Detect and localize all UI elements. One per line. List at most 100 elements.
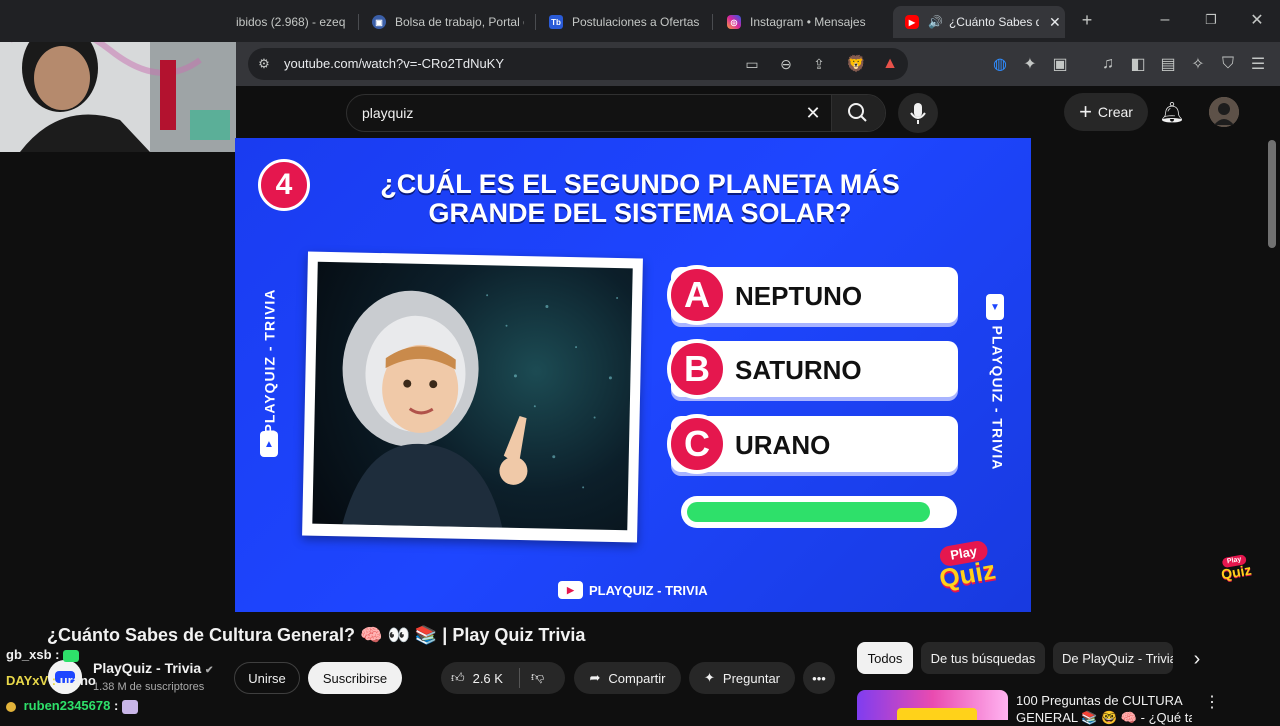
sidebar-icon[interactable]: ◧ (1128, 54, 1148, 74)
tab-label: Postulaciones a Ofertas (572, 15, 699, 29)
search-box[interactable]: playquiz ✕ (346, 94, 886, 132)
question-line-2: GRANDE DEL SISTEMA SOLAR? (428, 198, 852, 228)
avatar[interactable] (1209, 97, 1239, 127)
chat-message: gb_xsb : (6, 647, 80, 662)
chevron-right-icon[interactable]: › (1186, 648, 1208, 670)
share-button[interactable]: ➦ Compartir (574, 662, 681, 694)
side-label-text: PLAYQUIZ - TRIVIA (989, 325, 1006, 471)
channel-name[interactable]: PlayQuiz - Trivia ✔ (93, 660, 213, 676)
address-bar[interactable]: ⚙ youtube.com/watch?v=-CRo2TdNuKY ▭ ⊖ ⇪ … (248, 48, 908, 80)
kebab-menu-icon[interactable]: ⋮ (1204, 693, 1220, 711)
verified-icon: ✔ (205, 665, 214, 676)
speaker-icon: 🔊 (928, 15, 943, 29)
minimize-icon[interactable]: – (1155, 10, 1175, 30)
subscriber-count: 1.38 M de suscriptores (93, 681, 205, 693)
create-button[interactable]: + Crear (1064, 93, 1148, 131)
create-label: Crear (1097, 104, 1133, 120)
astronaut-child-photo (312, 261, 633, 531)
answer-option-a[interactable]: A NEPTUNO (667, 265, 958, 325)
music-icon[interactable]: ♫ (1098, 54, 1118, 74)
menu-icon[interactable]: ☰ (1248, 54, 1268, 74)
thumbs-up-icon[interactable]: 👍︎ (451, 670, 465, 686)
youtube-small-icon: ▲ (260, 431, 278, 457)
search-input[interactable]: playquiz (362, 105, 413, 121)
youtube-small-icon: ▼ (986, 294, 1004, 320)
screenshot-icon[interactable]: ▣ (1050, 54, 1070, 74)
badge-icon (6, 701, 16, 712)
search-button[interactable] (832, 95, 885, 131)
bottom-channel-label: ▶ PLAYQUIZ - TRIVIA (558, 581, 708, 599)
chip-label: De tus búsquedas (930, 650, 1036, 666)
related-video-title[interactable]: 100 Preguntas de CULTURA GENERAL 📚 🤓 🧠 -… (1016, 692, 1192, 726)
tab-bolsa-trabajo[interactable]: ▣ Bolsa de trabajo, Portal d (372, 6, 524, 38)
chip-label: Todos (867, 650, 903, 666)
tab-mail[interactable]: ibidos (2.968) - ezeq (236, 6, 354, 38)
tab-instagram[interactable]: ◎ Instagram • Mensajes (727, 6, 877, 38)
chat-text: urano (59, 673, 96, 688)
zoom-icon[interactable]: ⊖ (776, 54, 796, 74)
chat-user: DAYxV (6, 673, 49, 688)
option-text: NEPTUNO (735, 281, 863, 311)
site-info-icon[interactable]: ⚙ (254, 54, 274, 74)
close-tab-icon[interactable]: ✕ (1049, 14, 1061, 31)
video-player[interactable]: 4 ¿CUÁL ES EL SEGUNDO PLANETA MÁS GRANDE… (235, 138, 1031, 612)
related-title-line-1: 100 Preguntas de CULTURA (1016, 693, 1183, 708)
timer-fill (687, 502, 930, 522)
chat-message: DAYxV : urano (6, 673, 96, 688)
ask-button[interactable]: ✦ Preguntar (689, 662, 795, 694)
countdown-timer-bar (681, 496, 957, 528)
url-text: youtube.com/watch?v=-CRo2TdNuKY (284, 56, 505, 71)
brave-shields-icon[interactable]: 🦁 (845, 53, 867, 75)
answer-option-b[interactable]: B SATURNO (667, 339, 958, 399)
thumbs-down-icon[interactable]: 👎︎ (531, 669, 544, 685)
emote-icon (63, 649, 80, 662)
tab-postulaciones[interactable]: Tb Postulaciones a Ofertas (549, 6, 699, 38)
clear-search-icon[interactable]: ✕ (803, 103, 823, 123)
voice-search-button[interactable] (898, 93, 938, 133)
join-button[interactable]: Unirse (234, 662, 300, 694)
tab-divider (358, 14, 359, 30)
option-letter: B (667, 339, 727, 399)
cast-icon[interactable]: ▭ (742, 54, 762, 74)
share-arrow-icon: ➦ (589, 670, 601, 685)
thumbnail-image (897, 708, 977, 720)
close-window-icon[interactable]: ✕ (1247, 10, 1267, 30)
plus-icon: + (1079, 99, 1092, 124)
emote-icon (121, 699, 138, 714)
subscribe-button[interactable]: Suscribirse (308, 662, 402, 694)
briefcase-icon: ▣ (372, 15, 386, 29)
tab-youtube-active[interactable]: ▶ 🔊 ¿Cuánto Sabes d ✕ (893, 6, 1065, 38)
channel-name-text: PlayQuiz - Trivia (93, 660, 202, 676)
search-icon (848, 103, 867, 122)
new-tab-icon[interactable]: + (1077, 10, 1097, 30)
question-number-badge: 4 (258, 159, 310, 211)
sparkle-icon: ✦ (704, 670, 715, 685)
youtube-logo-icon: ▶ (558, 581, 583, 599)
page-scrollbar[interactable] (1268, 140, 1276, 248)
playquiz-watermark: Play Quiz (1216, 553, 1257, 589)
more-actions-button[interactable]: ••• (803, 662, 835, 694)
more-icon: ••• (812, 670, 826, 686)
notifications-bell-icon[interactable]: 🔔︎ (1159, 100, 1184, 124)
related-video-thumbnail[interactable] (857, 690, 1008, 720)
restore-icon[interactable]: ❐ (1201, 10, 1221, 30)
vpn-icon[interactable]: ⛉ (1218, 54, 1238, 74)
chat-user: gb_xsb (6, 647, 52, 662)
chip-todos[interactable]: Todos (857, 642, 913, 674)
answer-option-c[interactable]: C URANO (667, 414, 958, 474)
tab-label: Bolsa de trabajo, Portal d (395, 15, 524, 29)
chip-de-playquiz[interactable]: De PlayQuiz - Trivia (1053, 642, 1173, 674)
wallet-icon[interactable]: ▤ (1158, 54, 1178, 74)
leo-ai-icon[interactable]: ✧ (1188, 54, 1208, 74)
tab-divider (535, 14, 536, 30)
share-label: Compartir (608, 670, 666, 686)
extension-icon[interactable]: ◍ (990, 54, 1010, 74)
share-icon[interactable]: ⇪ (809, 54, 829, 74)
ask-label: Preguntar (722, 670, 780, 686)
chip-tus-busquedas[interactable]: De tus búsquedas (921, 642, 1045, 674)
microphone-icon (910, 103, 926, 124)
option-text: SATURNO (735, 355, 862, 385)
puzzle-icon[interactable]: ✦ (1020, 54, 1040, 74)
brave-rewards-icon[interactable]: ▲ (879, 53, 901, 75)
tab-label: ibidos (2.968) - ezeq (236, 15, 346, 29)
